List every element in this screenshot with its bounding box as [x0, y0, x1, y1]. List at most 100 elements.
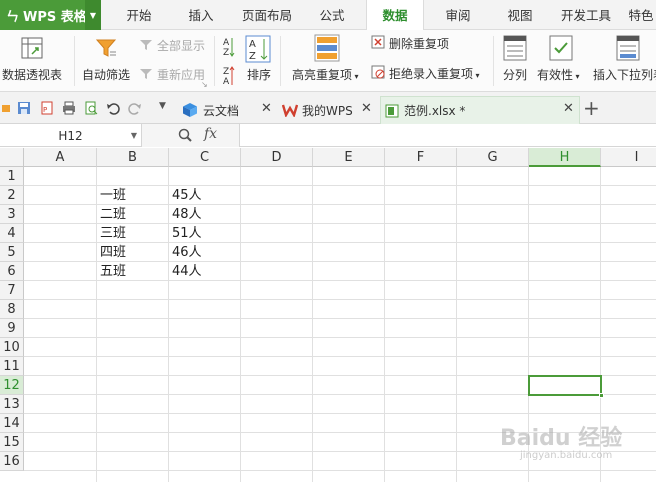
menu-data[interactable]: 数据 — [366, 0, 424, 30]
cell-b6[interactable]: 五班 — [97, 262, 126, 281]
menu-page-layout[interactable]: 页面布局 — [236, 0, 298, 30]
row-header[interactable]: 8 — [0, 300, 24, 319]
row-header[interactable]: 3 — [0, 205, 24, 224]
sort-button[interactable]: 排序 — [247, 66, 271, 83]
pivot-table-icon[interactable] — [20, 36, 44, 60]
reject-duplicates-label: 拒绝录入重复项 — [389, 67, 474, 81]
highlight-duplicates-icon[interactable] — [314, 34, 340, 62]
show-all-button[interactable]: 全部显示 — [157, 37, 205, 54]
fx-icon[interactable]: fx — [204, 126, 217, 142]
remove-duplicates-button[interactable]: 删除重复项 — [389, 35, 449, 52]
row-header[interactable]: 14 — [0, 414, 24, 433]
autofilter-button[interactable]: 自动筛选 — [82, 66, 130, 83]
row-header[interactable]: 6 — [0, 262, 24, 281]
formula-input[interactable] — [240, 124, 656, 147]
app-menu-button[interactable]: ㄣ WPS 表格 ▼ — [0, 0, 101, 30]
column-header-c[interactable]: C — [169, 148, 241, 167]
name-box[interactable]: H12 ▼ — [0, 124, 142, 147]
validity-button[interactable]: 有效性 ▾ — [537, 66, 580, 83]
pivot-table-button[interactable]: 数据透视表 — [2, 66, 62, 83]
ribbon-data: 数据透视表 自动筛选 全部显示 重新应用 ↘ A Z A Z Z A 排序 高亮… — [0, 30, 656, 92]
validity-icon[interactable] — [549, 35, 573, 61]
menu-formula[interactable]: 公式 — [306, 0, 358, 30]
row-header[interactable]: 15 — [0, 433, 24, 452]
tab-label: 我的WPS — [302, 103, 353, 118]
column-header-b[interactable]: B — [97, 148, 169, 167]
sort-icon[interactable]: A Z — [245, 35, 271, 63]
reapply-button[interactable]: 重新应用 — [157, 66, 205, 83]
export-pdf-icon[interactable]: P — [40, 101, 54, 115]
tab-example-xlsx[interactable]: 范例.xlsx * — [380, 96, 580, 124]
menu-insert[interactable]: 插入 — [175, 0, 227, 30]
column-header-g[interactable]: G — [457, 148, 529, 167]
selected-cell-h12[interactable] — [528, 375, 604, 398]
select-all-corner[interactable] — [0, 148, 24, 167]
menu-review[interactable]: 审阅 — [432, 0, 484, 30]
show-all-icon — [140, 40, 152, 50]
column-header-f[interactable]: F — [385, 148, 457, 167]
split-columns-button[interactable]: 分列 — [503, 66, 527, 83]
row-header[interactable]: 7 — [0, 281, 24, 300]
row-header[interactable]: 16 — [0, 452, 24, 471]
print-preview-icon[interactable] — [84, 101, 98, 115]
dialog-launcher-icon[interactable]: ↘ — [201, 80, 208, 89]
menu-view[interactable]: 视图 — [494, 0, 546, 30]
row-header[interactable]: 5 — [0, 243, 24, 262]
redo-icon[interactable] — [128, 101, 142, 115]
sort-ascending-icon[interactable]: A Z — [222, 35, 236, 59]
filter-icon[interactable] — [94, 36, 118, 60]
row-header[interactable]: 11 — [0, 357, 24, 376]
row-header[interactable]: 1 — [0, 167, 24, 186]
zoom-icon[interactable] — [178, 128, 192, 142]
menu-special[interactable]: 特色 — [624, 0, 656, 30]
tab-label: 云文档 — [203, 103, 240, 118]
insert-dropdown-icon[interactable] — [616, 35, 640, 61]
close-icon[interactable]: ✕ — [361, 101, 372, 116]
folder-icon[interactable] — [2, 103, 10, 117]
reapply-icon — [140, 69, 152, 79]
row-header-selected[interactable]: 12 — [0, 376, 24, 395]
cell-c2[interactable]: 45人 — [169, 186, 202, 205]
highlight-duplicates-label: 高亮重复项 — [292, 68, 353, 82]
row-header[interactable]: 10 — [0, 338, 24, 357]
cell-c5[interactable]: 46人 — [169, 243, 202, 262]
reject-duplicates-button[interactable]: 拒绝录入重复项 ▾ — [389, 65, 480, 82]
row-header[interactable]: 9 — [0, 319, 24, 338]
cell-b4[interactable]: 三班 — [97, 224, 126, 243]
menu-developer[interactable]: 开发工具 — [556, 0, 616, 30]
insert-dropdown-button[interactable]: 插入下拉列表 — [593, 66, 656, 83]
chevron-down-icon[interactable]: ▼ — [85, 0, 101, 30]
column-header-i[interactable]: I — [601, 148, 656, 167]
sort-descending-icon[interactable]: Z A — [222, 64, 236, 88]
column-header-a[interactable]: A — [24, 148, 97, 167]
new-tab-icon[interactable]: + — [583, 96, 600, 120]
cell-b5[interactable]: 四班 — [97, 243, 126, 262]
chevron-down-icon[interactable]: ▼ — [159, 101, 166, 111]
row-header[interactable]: 2 — [0, 186, 24, 205]
svg-text:A: A — [223, 77, 230, 87]
cell-c6[interactable]: 44人 — [169, 262, 202, 281]
row-header[interactable]: 13 — [0, 395, 24, 414]
column-header-d[interactable]: D — [241, 148, 313, 167]
cell-c3[interactable]: 48人 — [169, 205, 202, 224]
column-header-e[interactable]: E — [313, 148, 385, 167]
undo-icon[interactable] — [106, 101, 120, 115]
row-header[interactable]: 4 — [0, 224, 24, 243]
cell-c4[interactable]: 51人 — [169, 224, 202, 243]
print-icon[interactable] — [62, 101, 76, 115]
cell-b2[interactable]: 一班 — [97, 186, 126, 205]
column-header-h[interactable]: H — [529, 148, 601, 167]
split-columns-icon[interactable] — [503, 35, 527, 61]
close-icon[interactable]: ✕ — [261, 101, 272, 116]
wps-w-icon — [282, 104, 298, 117]
cloud-cube-icon — [183, 103, 197, 117]
menu-home[interactable]: 开始 — [113, 0, 165, 30]
chevron-down-icon[interactable]: ▼ — [131, 131, 137, 140]
remove-duplicates-icon — [371, 35, 385, 49]
close-icon[interactable]: ✕ — [563, 101, 574, 116]
save-icon[interactable] — [17, 101, 31, 115]
menu-bar: ㄣ WPS 表格 ▼ 开始 插入 页面布局 公式 数据 审阅 视图 开发工具 特… — [0, 0, 656, 30]
fill-handle[interactable] — [599, 393, 604, 398]
highlight-duplicates-button[interactable]: 高亮重复项 ▾ — [292, 66, 359, 83]
cell-b3[interactable]: 二班 — [97, 205, 126, 224]
